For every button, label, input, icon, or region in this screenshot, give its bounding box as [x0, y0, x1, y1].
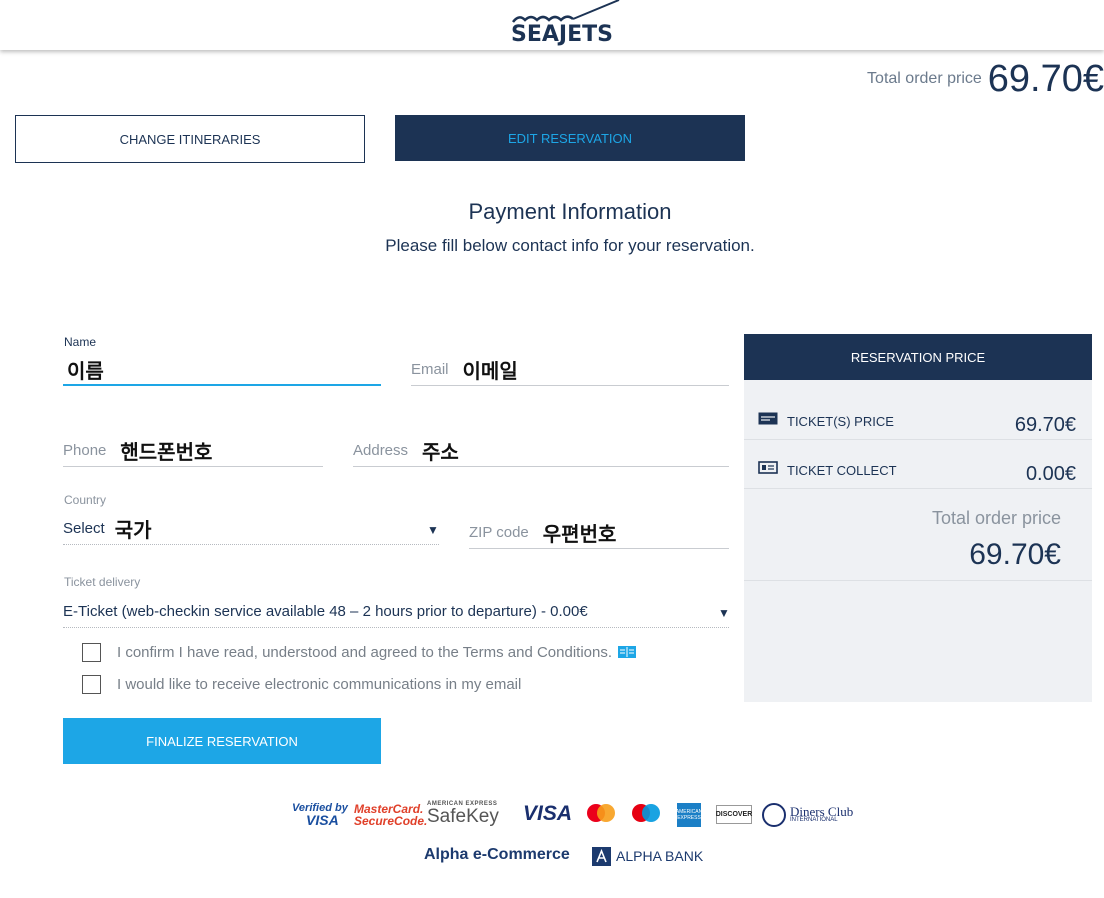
- newsletter-text: I would like to receive electronic commu…: [117, 675, 522, 693]
- price-row-label: TICKET COLLECT: [787, 463, 897, 478]
- address-input[interactable]: Address 주소: [353, 435, 729, 467]
- discover-logo: DISCOVER: [716, 805, 752, 824]
- panel-total-value: 69.70€: [969, 538, 1061, 571]
- change-itineraries-button[interactable]: CHANGE ITINERARIES: [15, 115, 365, 163]
- terms-checkbox[interactable]: [82, 642, 101, 662]
- safekey-text: SafeKey: [427, 806, 499, 827]
- edit-reservation-button[interactable]: EDIT RESERVATION: [395, 115, 745, 161]
- country-label: Country: [64, 493, 107, 507]
- header-total-value: 69.70€: [987, 58, 1104, 100]
- name-label: Name: [64, 335, 97, 349]
- alpha-ecommerce-logo: Alpha e-Commerce: [424, 846, 570, 863]
- phone-input[interactable]: Phone 핸드폰번호: [63, 435, 323, 467]
- verified-visa-text: VISA: [306, 812, 339, 828]
- amex-logo: AMERICAN EXPRESS: [676, 803, 702, 827]
- securecode-text: SecureCode.: [354, 814, 428, 828]
- seajets-logo[interactable]: SEAJETS: [509, 0, 631, 48]
- email-placeholder: Email: [411, 361, 449, 378]
- ticket-delivery-label: Ticket delivery: [64, 575, 141, 589]
- email-value: 이메일: [462, 361, 518, 383]
- caret-down-icon: ▼: [718, 606, 730, 620]
- diners-sub-text: INTERNATIONAL: [790, 817, 838, 823]
- mastercard-icon: [587, 804, 615, 822]
- page-title: Payment Information: [468, 199, 672, 224]
- finalize-reservation-button[interactable]: FINALIZE RESERVATION: [63, 718, 381, 764]
- terms-text: I confirm I have read, understood and ag…: [117, 643, 613, 661]
- caret-down-icon: ▼: [427, 523, 439, 537]
- ticket-icon: [758, 412, 778, 425]
- price-row-tickets: TICKET(S) PRICE 69.70€: [744, 390, 1092, 440]
- diners-circle-icon: [762, 803, 786, 827]
- mastercard-securecode-logo: MasterCard. SecureCode.: [354, 803, 427, 827]
- price-row-collect: TICKET COLLECT 0.00€: [744, 439, 1092, 489]
- alpha-bank-icon: [592, 846, 611, 866]
- country-value: 국가: [114, 520, 152, 542]
- phone-value: 핸드폰번호: [120, 442, 213, 464]
- page-subtitle: Please fill below contact info for your …: [385, 236, 755, 255]
- name-input[interactable]: 이름: [63, 354, 381, 386]
- zip-input[interactable]: ZIP code 우편번호: [469, 517, 729, 549]
- price-row-label: TICKET(S) PRICE: [787, 414, 894, 429]
- email-input[interactable]: Email 이메일: [411, 354, 729, 386]
- price-row-amount: 0.00€: [1025, 463, 1076, 485]
- zip-value: 우편번호: [542, 524, 617, 546]
- alpha-bank-logo: ALPHA BANK: [592, 846, 703, 866]
- diners-club-logo: Diners Club INTERNATIONAL: [762, 802, 853, 828]
- address-value: 주소: [422, 442, 459, 464]
- visa-logo: VISA: [523, 802, 573, 825]
- newsletter-checkbox[interactable]: [82, 674, 101, 694]
- panel-total-label: Total order price: [931, 508, 1061, 528]
- verified-by-visa-logo: Verified by VISA: [292, 802, 348, 828]
- amex-safekey-logo: AMERICAN EXPRESS SafeKey: [427, 801, 507, 827]
- price-row-amount: 69.70€: [1014, 414, 1076, 436]
- ticket-delivery-value: E-Ticket (web-checkin service available …: [63, 603, 588, 620]
- header-total: Total order price 69.70€: [867, 58, 1104, 102]
- alpha-bank-text: ALPHA BANK: [616, 848, 704, 864]
- reservation-price-header: RESERVATION PRICE: [744, 334, 1092, 380]
- phone-placeholder: Phone: [63, 442, 107, 459]
- ticket-delivery-select[interactable]: E-Ticket (web-checkin service available …: [63, 596, 730, 628]
- book-icon[interactable]: [618, 646, 637, 658]
- reservation-price-panel: RESERVATION PRICE TICKET(S) PRICE 69.70€…: [744, 334, 1092, 702]
- address-placeholder: Address: [353, 442, 409, 459]
- header-total-label: Total order price: [867, 70, 982, 87]
- panel-divider: [744, 580, 1092, 581]
- zip-placeholder: ZIP code: [469, 524, 529, 541]
- terms-row: I confirm I have read, understood and ag…: [82, 641, 637, 663]
- name-value: 이름: [67, 360, 104, 383]
- country-select-prefix: Select: [63, 520, 105, 537]
- newsletter-row: I would like to receive electronic commu…: [82, 673, 521, 695]
- maestro-icon: [632, 804, 660, 822]
- id-card-icon: [758, 461, 778, 474]
- logo-text: SEAJETS: [511, 22, 613, 47]
- country-select[interactable]: Select 국가 ▼: [63, 513, 439, 545]
- site-header: SEAJETS: [0, 0, 1104, 50]
